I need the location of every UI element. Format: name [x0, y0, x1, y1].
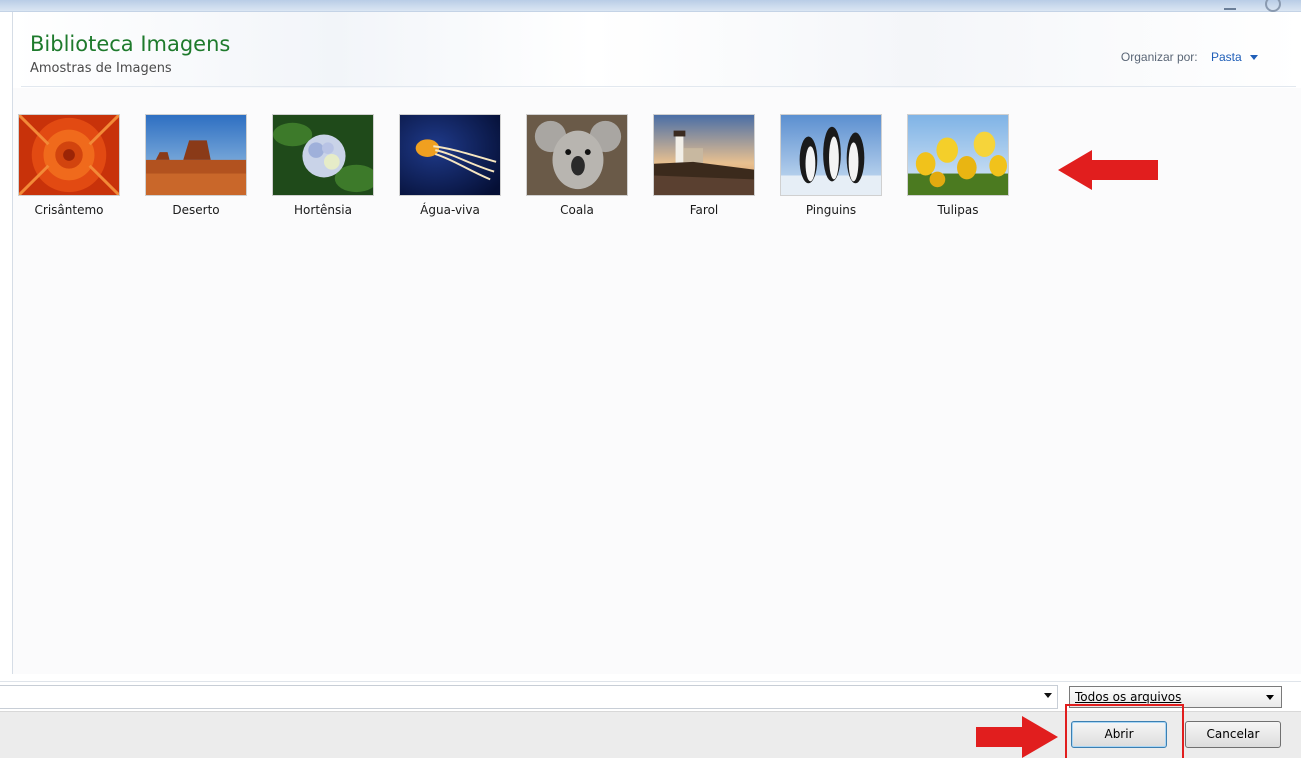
desert-thumbnail-icon	[145, 114, 247, 196]
header-divider	[21, 86, 1296, 87]
file-name-input[interactable]	[0, 685, 1058, 709]
image-label: Farol	[689, 203, 719, 217]
library-subtitle: Amostras de Imagens	[30, 61, 172, 76]
tulips-thumbnail-icon	[907, 114, 1009, 196]
image-label: Deserto	[172, 203, 220, 217]
file-list-pane: Biblioteca Imagens Amostras de Imagens O…	[12, 12, 1301, 674]
chevron-down-icon[interactable]	[1044, 693, 1052, 698]
file-open-dialog: Biblioteca Imagens Amostras de Imagens O…	[0, 0, 1301, 776]
koala-thumbnail-icon	[526, 114, 628, 196]
image-label: Hortênsia	[294, 203, 352, 217]
image-label: Tulipas	[937, 203, 979, 217]
organize-label: Organizar por:	[1120, 50, 1198, 64]
lighthouse-thumbnail-icon	[653, 114, 755, 196]
hydrangea-thumbnail-icon	[272, 114, 374, 196]
image-label: Coala	[560, 203, 594, 217]
annotation-arrow-right-icon	[976, 716, 1058, 758]
organize-by: Organizar por: Pasta	[1121, 50, 1258, 64]
penguins-thumbnail-icon	[780, 114, 882, 196]
library-title: Biblioteca Imagens	[30, 32, 231, 56]
bottom-strip	[0, 758, 1301, 776]
image-label: Água-viva	[420, 203, 480, 217]
cancel-button[interactable]: Cancelar	[1185, 721, 1281, 748]
image-item-hortensia[interactable]: Hortênsia	[268, 114, 378, 219]
chevron-down-icon[interactable]	[1250, 55, 1258, 61]
image-item-crisantemo[interactable]: Crisântemo	[14, 114, 124, 219]
image-item-tulipas[interactable]: Tulipas	[903, 114, 1013, 219]
annotation-arrow-left-icon	[1058, 150, 1158, 190]
chevron-down-icon	[1266, 695, 1274, 700]
image-item-agua-viva[interactable]: Água-viva	[395, 114, 505, 219]
window-top-strip	[0, 0, 1301, 12]
help-icon[interactable]	[1264, 0, 1281, 12]
library-header: Biblioteca Imagens Amostras de Imagens O…	[13, 12, 1301, 88]
image-item-pinguins[interactable]: Pinguins	[776, 114, 886, 219]
image-item-coala[interactable]: Coala	[522, 114, 632, 219]
image-label: Pinguins	[805, 203, 857, 217]
image-item-deserto[interactable]: Deserto	[141, 114, 251, 219]
organize-dropdown[interactable]: Pasta	[1211, 50, 1242, 64]
flower-thumbnail-icon	[18, 114, 120, 196]
minimize-icon[interactable]	[1224, 0, 1236, 12]
image-label: Crisântemo	[34, 203, 104, 217]
jellyfish-thumbnail-icon	[399, 114, 501, 196]
image-item-farol[interactable]: Farol	[649, 114, 759, 219]
file-type-value: Todos os arquivos	[1075, 690, 1182, 704]
